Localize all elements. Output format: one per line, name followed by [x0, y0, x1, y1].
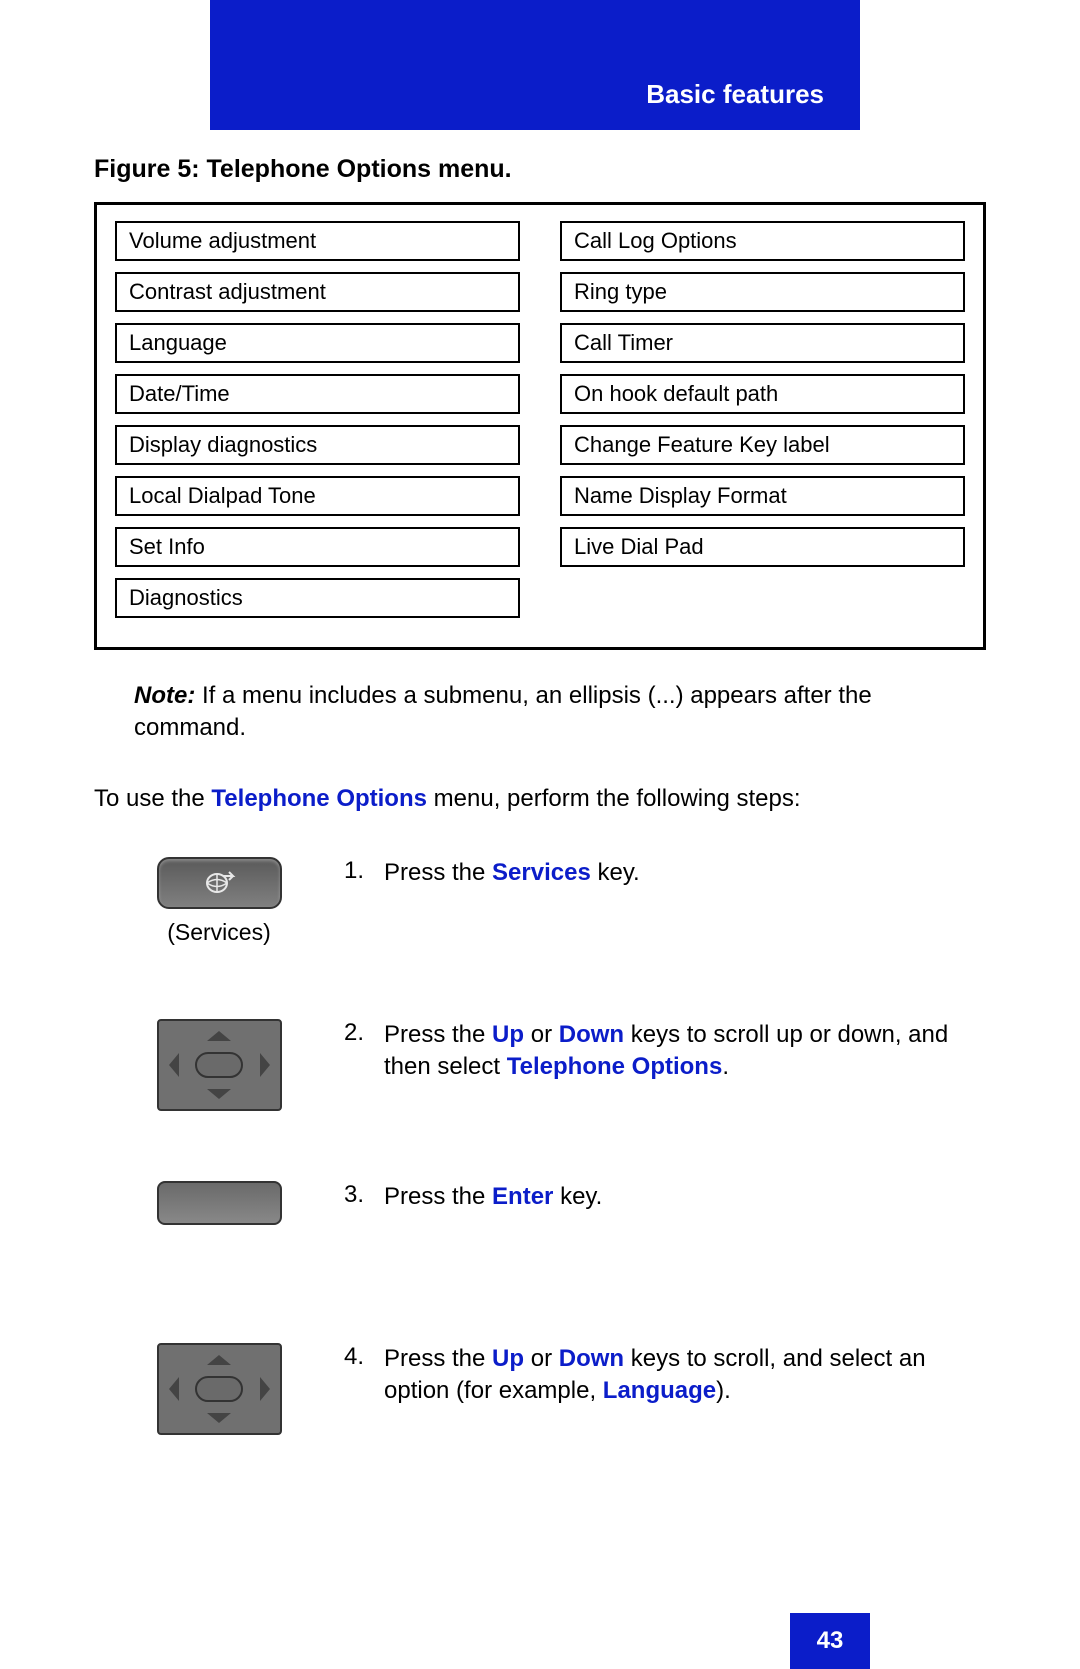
- step-number: 3.: [344, 1181, 384, 1213]
- menu-item: Date/Time: [115, 374, 520, 414]
- options-menu-figure: Volume adjustment Contrast adjustment La…: [94, 202, 986, 650]
- section-header: Basic features: [210, 0, 860, 130]
- left-arrow-icon: [169, 1377, 179, 1401]
- kw-down: Down: [559, 1345, 624, 1372]
- menu-column-left: Volume adjustment Contrast adjustment La…: [115, 221, 520, 629]
- kw-telephone-options: Telephone Options: [507, 1053, 723, 1080]
- step-4: 4. Press the Up or Down keys to scroll, …: [94, 1343, 986, 1443]
- step-body: Press the Services key.: [384, 857, 640, 889]
- menu-item: On hook default path: [560, 374, 965, 414]
- step-text: 2. Press the Up or Down keys to scroll u…: [344, 1019, 986, 1084]
- intro-keyword: Telephone Options: [211, 785, 427, 812]
- down-arrow-icon: [207, 1089, 231, 1099]
- note-label: Note:: [134, 682, 195, 709]
- intro-text: To use the Telephone Options menu, perfo…: [94, 785, 986, 813]
- step-body: Press the Up or Down keys to scroll, and…: [384, 1343, 986, 1408]
- txt: Press the: [384, 859, 492, 886]
- nav-center-icon: [195, 1376, 243, 1402]
- menu-item: Call Timer: [560, 323, 965, 363]
- step-icon-col: [94, 1019, 344, 1111]
- menu-item: Diagnostics: [115, 578, 520, 618]
- intro-pre: To use the: [94, 785, 211, 812]
- step-text: 1. Press the Services key.: [344, 857, 986, 889]
- step-number: 4.: [344, 1343, 384, 1408]
- txt: Press the: [384, 1021, 492, 1048]
- txt: or: [524, 1021, 559, 1048]
- menu-item: Volume adjustment: [115, 221, 520, 261]
- kw-up: Up: [492, 1021, 524, 1048]
- txt: key.: [553, 1183, 602, 1210]
- steps-list: (Services) 1. Press the Services key.: [94, 857, 986, 1443]
- txt: ).: [716, 1377, 731, 1404]
- note-text: If a menu includes a submenu, an ellipsi…: [134, 682, 872, 741]
- step-number: 2.: [344, 1019, 384, 1084]
- enter-key-icon: [157, 1181, 282, 1225]
- kw-enter: Enter: [492, 1183, 553, 1210]
- menu-item: Display diagnostics: [115, 425, 520, 465]
- step-1: (Services) 1. Press the Services key.: [94, 857, 986, 957]
- page-content: Figure 5: Telephone Options menu. Volume…: [94, 155, 986, 1505]
- step-icon-col: (Services): [94, 857, 344, 946]
- step-2: 2. Press the Up or Down keys to scroll u…: [94, 1019, 986, 1119]
- left-arrow-icon: [169, 1053, 179, 1077]
- menu-item: Contrast adjustment: [115, 272, 520, 312]
- step-icon-col: [94, 1181, 344, 1225]
- menu-item: Set Info: [115, 527, 520, 567]
- kw-up: Up: [492, 1345, 524, 1372]
- menu-item: Call Log Options: [560, 221, 965, 261]
- services-key-icon: [157, 857, 282, 909]
- menu-item: Ring type: [560, 272, 965, 312]
- menu-item: Name Display Format: [560, 476, 965, 516]
- menu-item: Local Dialpad Tone: [115, 476, 520, 516]
- note-block: Note: If a menu includes a submenu, an e…: [134, 680, 986, 745]
- up-arrow-icon: [207, 1355, 231, 1365]
- intro-post: menu, perform the following steps:: [427, 785, 801, 812]
- page-number: 43: [817, 1627, 844, 1655]
- step-body: Press the Up or Down keys to scroll up o…: [384, 1019, 986, 1084]
- section-title: Basic features: [646, 79, 824, 110]
- menu-item: Change Feature Key label: [560, 425, 965, 465]
- right-arrow-icon: [260, 1053, 270, 1077]
- step-text: 4. Press the Up or Down keys to scroll, …: [344, 1343, 986, 1408]
- navigation-key-icon: [157, 1343, 282, 1435]
- kw-language: Language: [603, 1377, 716, 1404]
- step-body: Press the Enter key.: [384, 1181, 602, 1213]
- txt: .: [722, 1053, 729, 1080]
- menu-column-right: Call Log Options Ring type Call Timer On…: [560, 221, 965, 629]
- services-caption: (Services): [167, 919, 271, 946]
- globe-arrow-icon: [201, 868, 237, 898]
- page-number-tab: 43: [790, 1613, 870, 1669]
- navigation-key-icon: [157, 1019, 282, 1111]
- txt: Press the: [384, 1345, 492, 1372]
- up-arrow-icon: [207, 1031, 231, 1041]
- menu-item: Live Dial Pad: [560, 527, 965, 567]
- right-arrow-icon: [260, 1377, 270, 1401]
- menu-item: Language: [115, 323, 520, 363]
- down-arrow-icon: [207, 1413, 231, 1423]
- kw-services: Services: [492, 859, 591, 886]
- figure-caption: Figure 5: Telephone Options menu.: [94, 155, 986, 184]
- txt: Press the: [384, 1183, 492, 1210]
- step-text: 3. Press the Enter key.: [344, 1181, 986, 1213]
- kw-down: Down: [559, 1021, 624, 1048]
- txt: key.: [591, 859, 640, 886]
- step-number: 1.: [344, 857, 384, 889]
- nav-center-icon: [195, 1052, 243, 1078]
- step-icon-col: [94, 1343, 344, 1435]
- txt: or: [524, 1345, 559, 1372]
- step-3: 3. Press the Enter key.: [94, 1181, 986, 1281]
